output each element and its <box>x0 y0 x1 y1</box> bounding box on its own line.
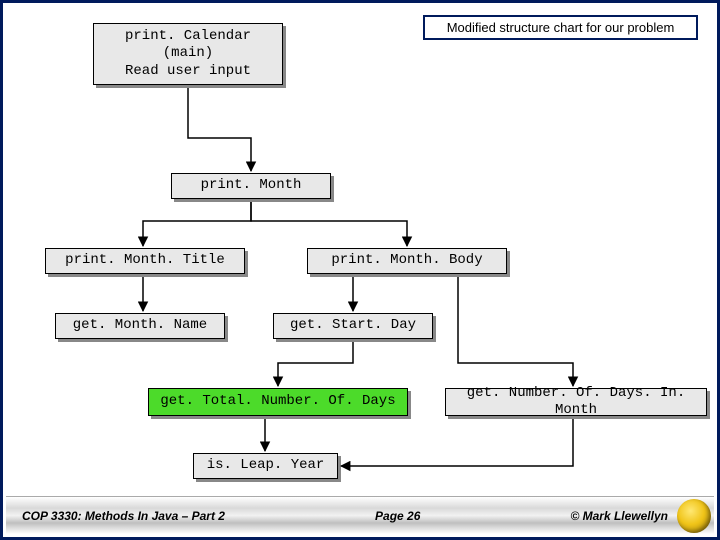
node-print-calendar: print. Calendar (main) Read user input <box>93 23 283 85</box>
footer-right: © Mark Llewellyn <box>570 509 668 523</box>
node-line: get. Start. Day <box>290 317 416 335</box>
ucf-logo <box>677 499 711 533</box>
node-line: get. Month. Name <box>73 317 207 335</box>
node-print-month-title: print. Month. Title <box>45 248 245 274</box>
node-line: get. Total. Number. Of. Days <box>160 393 395 411</box>
caption-text: Modified structure chart for our problem <box>447 20 675 35</box>
node-print-month-body: print. Month. Body <box>307 248 507 274</box>
caption-box: Modified structure chart for our problem <box>423 15 698 40</box>
footer-left: COP 3330: Methods In Java – Part 2 <box>22 509 225 523</box>
footer-center: Page 26 <box>375 509 420 523</box>
node-line: print. Calendar <box>125 28 251 46</box>
slide: Modified structure chart for our problem… <box>0 0 720 540</box>
node-line: Read user input <box>125 63 251 81</box>
node-get-month-name: get. Month. Name <box>55 313 225 339</box>
node-line: print. Month. Title <box>65 252 225 270</box>
node-get-days-in-month: get. Number. Of. Days. In. Month <box>445 388 707 416</box>
footer: COP 3330: Methods In Java – Part 2 Page … <box>6 496 714 534</box>
node-line: (main) <box>163 45 213 63</box>
node-get-start-day: get. Start. Day <box>273 313 433 339</box>
node-line: print. Month. Body <box>331 252 482 270</box>
node-get-total-days: get. Total. Number. Of. Days <box>148 388 408 416</box>
node-line: get. Number. Of. Days. In. Month <box>454 385 698 420</box>
node-is-leap-year: is. Leap. Year <box>193 453 338 479</box>
node-print-month: print. Month <box>171 173 331 199</box>
node-line: is. Leap. Year <box>207 457 325 475</box>
node-line: print. Month <box>201 177 302 195</box>
